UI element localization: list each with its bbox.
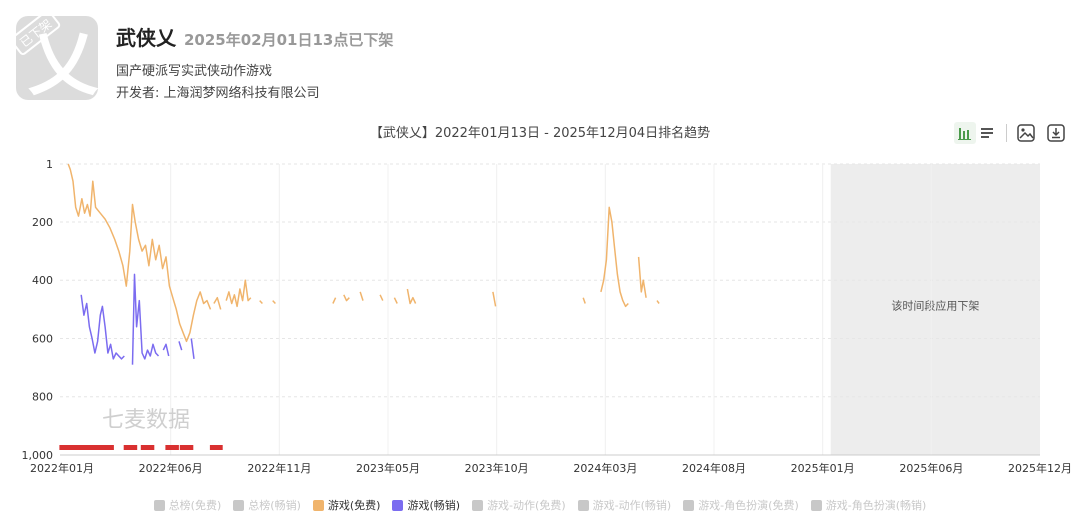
legend-swatch [577, 499, 589, 511]
bar-chart-toggle[interactable] [954, 122, 976, 144]
legend-swatch [392, 499, 404, 511]
legend-label: 游戏-动作(畅销) [592, 499, 672, 512]
event-marker[interactable] [129, 445, 138, 450]
list-toggle[interactable] [976, 122, 998, 144]
toolbar-divider [1006, 124, 1007, 142]
y-tick-label: 200 [32, 216, 53, 229]
x-tick-label: 2022年01月 [30, 461, 94, 475]
series-line-1 [162, 343, 170, 357]
legend-swatch [472, 499, 484, 511]
chart-title: 【武侠乂】2022年01月13日 - 2025年12月04日排名趋势 [369, 126, 711, 141]
event-marker[interactable] [185, 445, 194, 450]
delisted-region-label: 该时间段应用下架 [891, 298, 979, 312]
event-marker[interactable] [214, 445, 223, 450]
series-line-0 [406, 288, 417, 305]
series-line-0 [359, 291, 364, 301]
series-line-1 [178, 341, 183, 351]
series-line-1 [131, 273, 160, 365]
x-tick-label: 2024年03月 [573, 461, 637, 475]
legend-swatch [312, 499, 324, 511]
series-line-0 [492, 291, 497, 307]
series-line-0 [393, 297, 398, 304]
legend-label: 总榜(畅销) [248, 499, 301, 512]
series-line-0 [343, 294, 350, 302]
series-line-0 [332, 297, 337, 304]
legend-item-1[interactable]: 总榜(畅销) [233, 497, 301, 513]
watermark: 七麦数据 [102, 408, 190, 433]
legend-label: 游戏(免费) [327, 499, 381, 512]
y-tick-label: 1 [46, 158, 53, 171]
legend-label: 游戏(畅销) [407, 499, 461, 512]
x-tick-label: 2023年10月 [465, 461, 529, 475]
series-line-0 [259, 300, 263, 305]
legend-swatch [683, 499, 695, 511]
title-row: 武侠乂 2025年02月01日13点已下架 [116, 22, 393, 51]
y-tick-label: 800 [32, 391, 53, 404]
chart-toolbar [954, 120, 1067, 146]
app-name: 武侠乂 [116, 26, 176, 50]
download-icon [1047, 124, 1065, 142]
x-tick-label: 2025年06月 [899, 461, 963, 475]
x-tick-label: 2024年08月 [682, 461, 746, 475]
event-marker[interactable] [146, 445, 155, 450]
rank-trend-chart: 该时间段应用下架 1 200 400 600 800 1,000 2022年01月 2022… [22, 158, 1073, 475]
series-line-0 [582, 297, 586, 304]
legend-item-2[interactable]: 游戏(免费) [312, 497, 381, 513]
legend-item-0[interactable]: 总榜(免费) [153, 497, 222, 513]
legend-item-3[interactable]: 游戏(畅销) [392, 497, 460, 513]
x-tick-label: 2025年01月 [791, 461, 855, 475]
legend-item-7[interactable]: 游戏-角色扮演(畅销) [810, 497, 927, 513]
legend-item-5[interactable]: 游戏-动作(畅销) [577, 497, 672, 513]
series-line-0 [637, 256, 647, 298]
series-line-1 [190, 338, 195, 359]
event-marker[interactable] [170, 445, 179, 450]
legend-label: 游戏-角色扮演(免费) [698, 499, 799, 512]
list-icon [981, 128, 993, 138]
series-line-0 [379, 294, 384, 301]
x-tick-label: 2023年05月 [356, 461, 420, 475]
series-line-1 [80, 294, 125, 360]
legend-label: 总榜(免费) [168, 499, 222, 512]
legend-item-6[interactable]: 游戏-角色扮演(免费) [683, 497, 799, 513]
app-description: 国产硬派写实武侠动作游戏 [116, 64, 273, 79]
series-line-0 [272, 300, 276, 305]
y-tick-label: 600 [32, 332, 53, 345]
event-marker[interactable] [105, 445, 114, 450]
delist-notice: 2025年02月01日13点已下架 [184, 31, 394, 49]
save-image-button[interactable] [1015, 122, 1037, 144]
series-line-0 [225, 279, 252, 308]
series-line-0 [656, 300, 660, 304]
app-icon: 乂 已下架 [16, 16, 98, 100]
legend-label: 游戏-动作(免费) [487, 499, 566, 512]
x-tick-label: 2022年11月 [247, 461, 311, 475]
bar-chart-icon [958, 128, 971, 140]
x-tick-label: 2022年06月 [139, 461, 203, 475]
y-tick-label: 400 [32, 274, 53, 287]
legend-item-4[interactable]: 游戏-动作(免费) [472, 497, 566, 513]
download-button[interactable] [1045, 122, 1067, 144]
series-line-0 [213, 296, 222, 310]
image-icon [1017, 124, 1035, 142]
legend-label: 游戏-角色扮演(畅销) [825, 499, 927, 512]
y-tick-label: 1,000 [22, 449, 54, 462]
legend-swatch [153, 499, 165, 511]
legend-swatch [810, 499, 822, 511]
legend-swatch [233, 499, 245, 511]
x-tick-label: 2025年12月 [1008, 461, 1072, 475]
chart-legend: 总榜(免费) 总榜(畅销) 游戏(免费) 游戏(畅销) 游戏-动作(免费) 游戏-动作(畅… [0, 497, 1080, 513]
developer-name: 开发者: 上海润梦网络科技有限公司 [116, 86, 320, 101]
